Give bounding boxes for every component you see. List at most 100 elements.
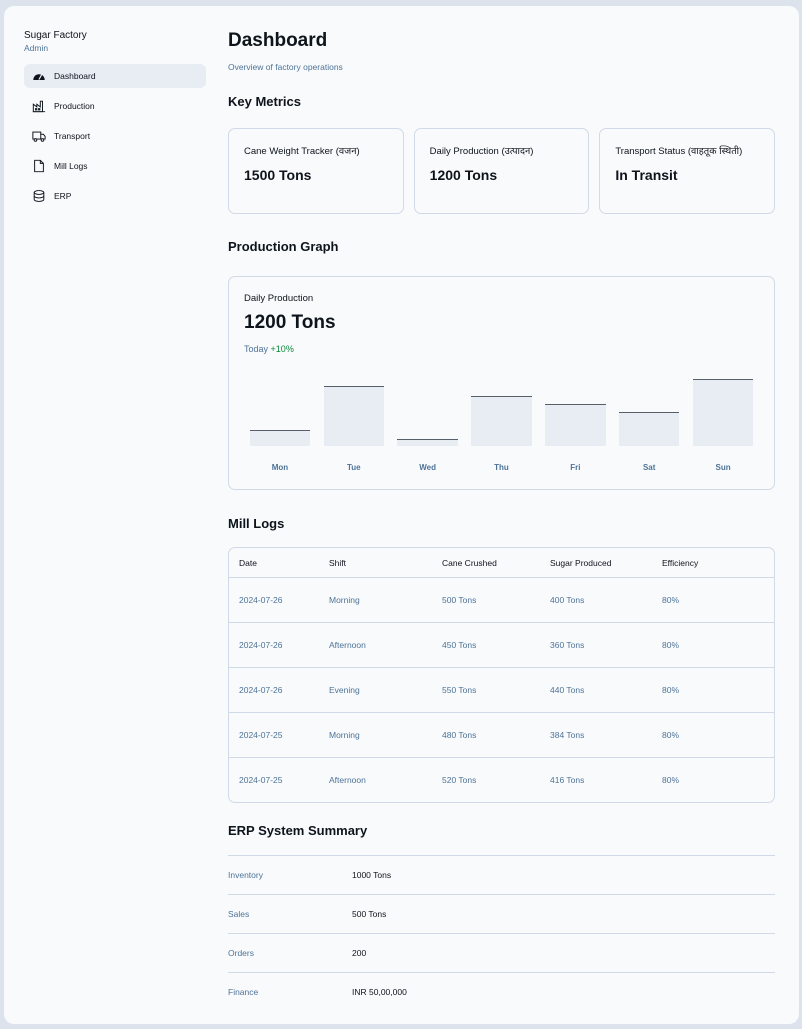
sidebar-item-transport[interactable]: Transport — [24, 124, 206, 148]
column-header-cane-crushed: Cane Crushed — [442, 557, 497, 568]
erp-key: Sales — [228, 909, 250, 919]
cell-shift: Morning — [329, 730, 360, 740]
cell-efficiency: 80% — [662, 685, 680, 695]
cell-shift: Morning — [329, 595, 360, 605]
production-graph-card: Daily Production 1200 Tons Today +10% Mo… — [228, 276, 775, 490]
key-metrics-title: Key Metrics — [228, 94, 301, 109]
erp-value: 200 — [352, 948, 367, 958]
brand-name: Sugar Factory — [24, 30, 87, 41]
truck-icon — [32, 129, 46, 143]
erp-key: Inventory — [228, 870, 263, 880]
column-header-efficiency: Efficiency — [662, 557, 699, 568]
gauge-icon — [32, 69, 46, 83]
erp-key: Orders — [228, 948, 254, 958]
sidebar-item-label: Transport — [54, 131, 91, 141]
table-row: 2024-07-26 Afternoon 450 Tons 360 Tons 8… — [229, 622, 774, 667]
cell-sugar-produced: 440 Tons — [550, 685, 585, 695]
x-tick-label: Fri — [570, 463, 581, 472]
cell-date: 2024-07-25 — [239, 775, 283, 785]
cell-efficiency: 80% — [662, 640, 680, 650]
cell-cane-crushed: 450 Tons — [442, 640, 477, 650]
erp-row-finance: Finance INR 50,00,000 — [228, 972, 775, 1011]
cell-shift: Afternoon — [329, 640, 366, 650]
column-header-date: Date — [239, 557, 257, 568]
sidebar-item-label: Production — [54, 101, 95, 111]
cell-efficiency: 80% — [662, 775, 680, 785]
database-icon — [32, 189, 46, 203]
erp-key: Finance — [228, 987, 259, 997]
cell-sugar-produced: 416 Tons — [550, 775, 585, 785]
sidebar-item-production[interactable]: Production — [24, 94, 206, 118]
sidebar-item-label: ERP — [54, 191, 72, 201]
cell-shift: Afternoon — [329, 775, 366, 785]
app-window: Sugar Factory Admin Dashboard Production… — [4, 6, 799, 1024]
cell-date: 2024-07-26 — [239, 685, 283, 695]
cell-cane-crushed: 520 Tons — [442, 775, 477, 785]
metric-label: Cane Weight Tracker (वजन) — [244, 146, 360, 157]
erp-value: INR 50,00,000 — [352, 987, 407, 997]
column-header-sugar-produced: Sugar Produced — [550, 557, 612, 568]
factory-icon — [32, 99, 46, 113]
metric-value: 1500 Tons — [244, 167, 312, 183]
x-tick-label: Thu — [494, 463, 509, 472]
x-tick-label: Tue — [346, 463, 361, 472]
cell-sugar-produced: 384 Tons — [550, 730, 585, 740]
metric-card-daily-production: Daily Production (उत्पादन) 1200 Tons — [413, 128, 590, 214]
graph-period: Today — [244, 344, 269, 354]
table-row: 2024-07-26 Morning 500 Tons 400 Tons 80% — [229, 577, 774, 622]
erp-value: 1000 Tons — [352, 870, 392, 880]
x-tick-label: Mon — [271, 463, 289, 472]
mill-logs-table: Date Shift Cane Crushed Sugar Produced E… — [228, 547, 775, 803]
cell-efficiency: 80% — [662, 730, 680, 740]
sidebar-item-label: Mill Logs — [54, 161, 88, 171]
cell-shift: Evening — [329, 685, 360, 695]
cell-sugar-produced: 400 Tons — [550, 595, 585, 605]
table-row: 2024-07-25 Morning 480 Tons 384 Tons 80% — [229, 712, 774, 757]
x-tick-label: Sun — [715, 463, 731, 472]
bar-sat — [618, 412, 680, 446]
cell-efficiency: 80% — [662, 595, 680, 605]
table-header-row: Date Shift Cane Crushed Sugar Produced E… — [229, 548, 774, 577]
column-header-shift: Shift — [329, 557, 347, 568]
table-row: 2024-07-25 Afternoon 520 Tons 416 Tons 8… — [229, 757, 774, 802]
x-tick-label: Wed — [419, 463, 437, 472]
cell-date: 2024-07-26 — [239, 595, 283, 605]
cell-date: 2024-07-26 — [239, 640, 283, 650]
sidebar-item-dashboard[interactable]: Dashboard — [24, 64, 206, 88]
cell-cane-crushed: 480 Tons — [442, 730, 477, 740]
erp-row-sales: Sales 500 Tons — [228, 894, 775, 933]
graph-change: +10% — [270, 344, 294, 354]
table-row: 2024-07-26 Evening 550 Tons 440 Tons 80% — [229, 667, 774, 712]
bar-chart — [243, 371, 760, 446]
sidebar-item-mill-logs[interactable]: Mill Logs — [24, 154, 206, 178]
graph-trend: Today +10% — [244, 344, 759, 354]
bar-tue — [323, 386, 385, 446]
erp-summary-title: ERP System Summary — [228, 823, 368, 838]
cell-sugar-produced: 360 Tons — [550, 640, 585, 650]
metric-value: 1200 Tons — [429, 167, 498, 183]
user-role: Admin — [24, 43, 49, 53]
sidebar: Sugar Factory Admin Dashboard Production… — [24, 30, 206, 214]
file-icon — [32, 159, 46, 173]
metric-label: Daily Production (उत्पादन) — [429, 146, 534, 157]
bar-thu — [471, 395, 532, 446]
production-graph-title: Production Graph — [228, 239, 339, 254]
graph-label: Daily Production — [244, 293, 314, 304]
metric-label: Transport Status (वाहतूक स्थिती) — [615, 146, 743, 157]
cell-date: 2024-07-25 — [239, 730, 283, 740]
page-subtitle: Overview of factory operations — [228, 62, 343, 72]
graph-value: 1200 Tons — [244, 312, 336, 333]
page-title: Dashboard — [228, 30, 328, 51]
erp-row-inventory: Inventory 1000 Tons — [228, 855, 775, 894]
sidebar-item-label: Dashboard — [54, 71, 96, 81]
x-tick-label: Sat — [642, 463, 656, 472]
bar-wed — [397, 438, 458, 446]
metrics-row: Cane Weight Tracker (वजन) 1500 Tons Dail… — [228, 128, 776, 214]
metric-value: In Transit — [615, 167, 678, 183]
cell-cane-crushed: 500 Tons — [442, 595, 477, 605]
sidebar-item-erp[interactable]: ERP — [24, 184, 206, 208]
cell-cane-crushed: 550 Tons — [442, 685, 477, 695]
erp-summary-list: Inventory 1000 Tons Sales 500 Tons Order… — [228, 855, 775, 1011]
erp-value: 500 Tons — [352, 909, 387, 919]
mill-logs-title: Mill Logs — [228, 516, 285, 531]
